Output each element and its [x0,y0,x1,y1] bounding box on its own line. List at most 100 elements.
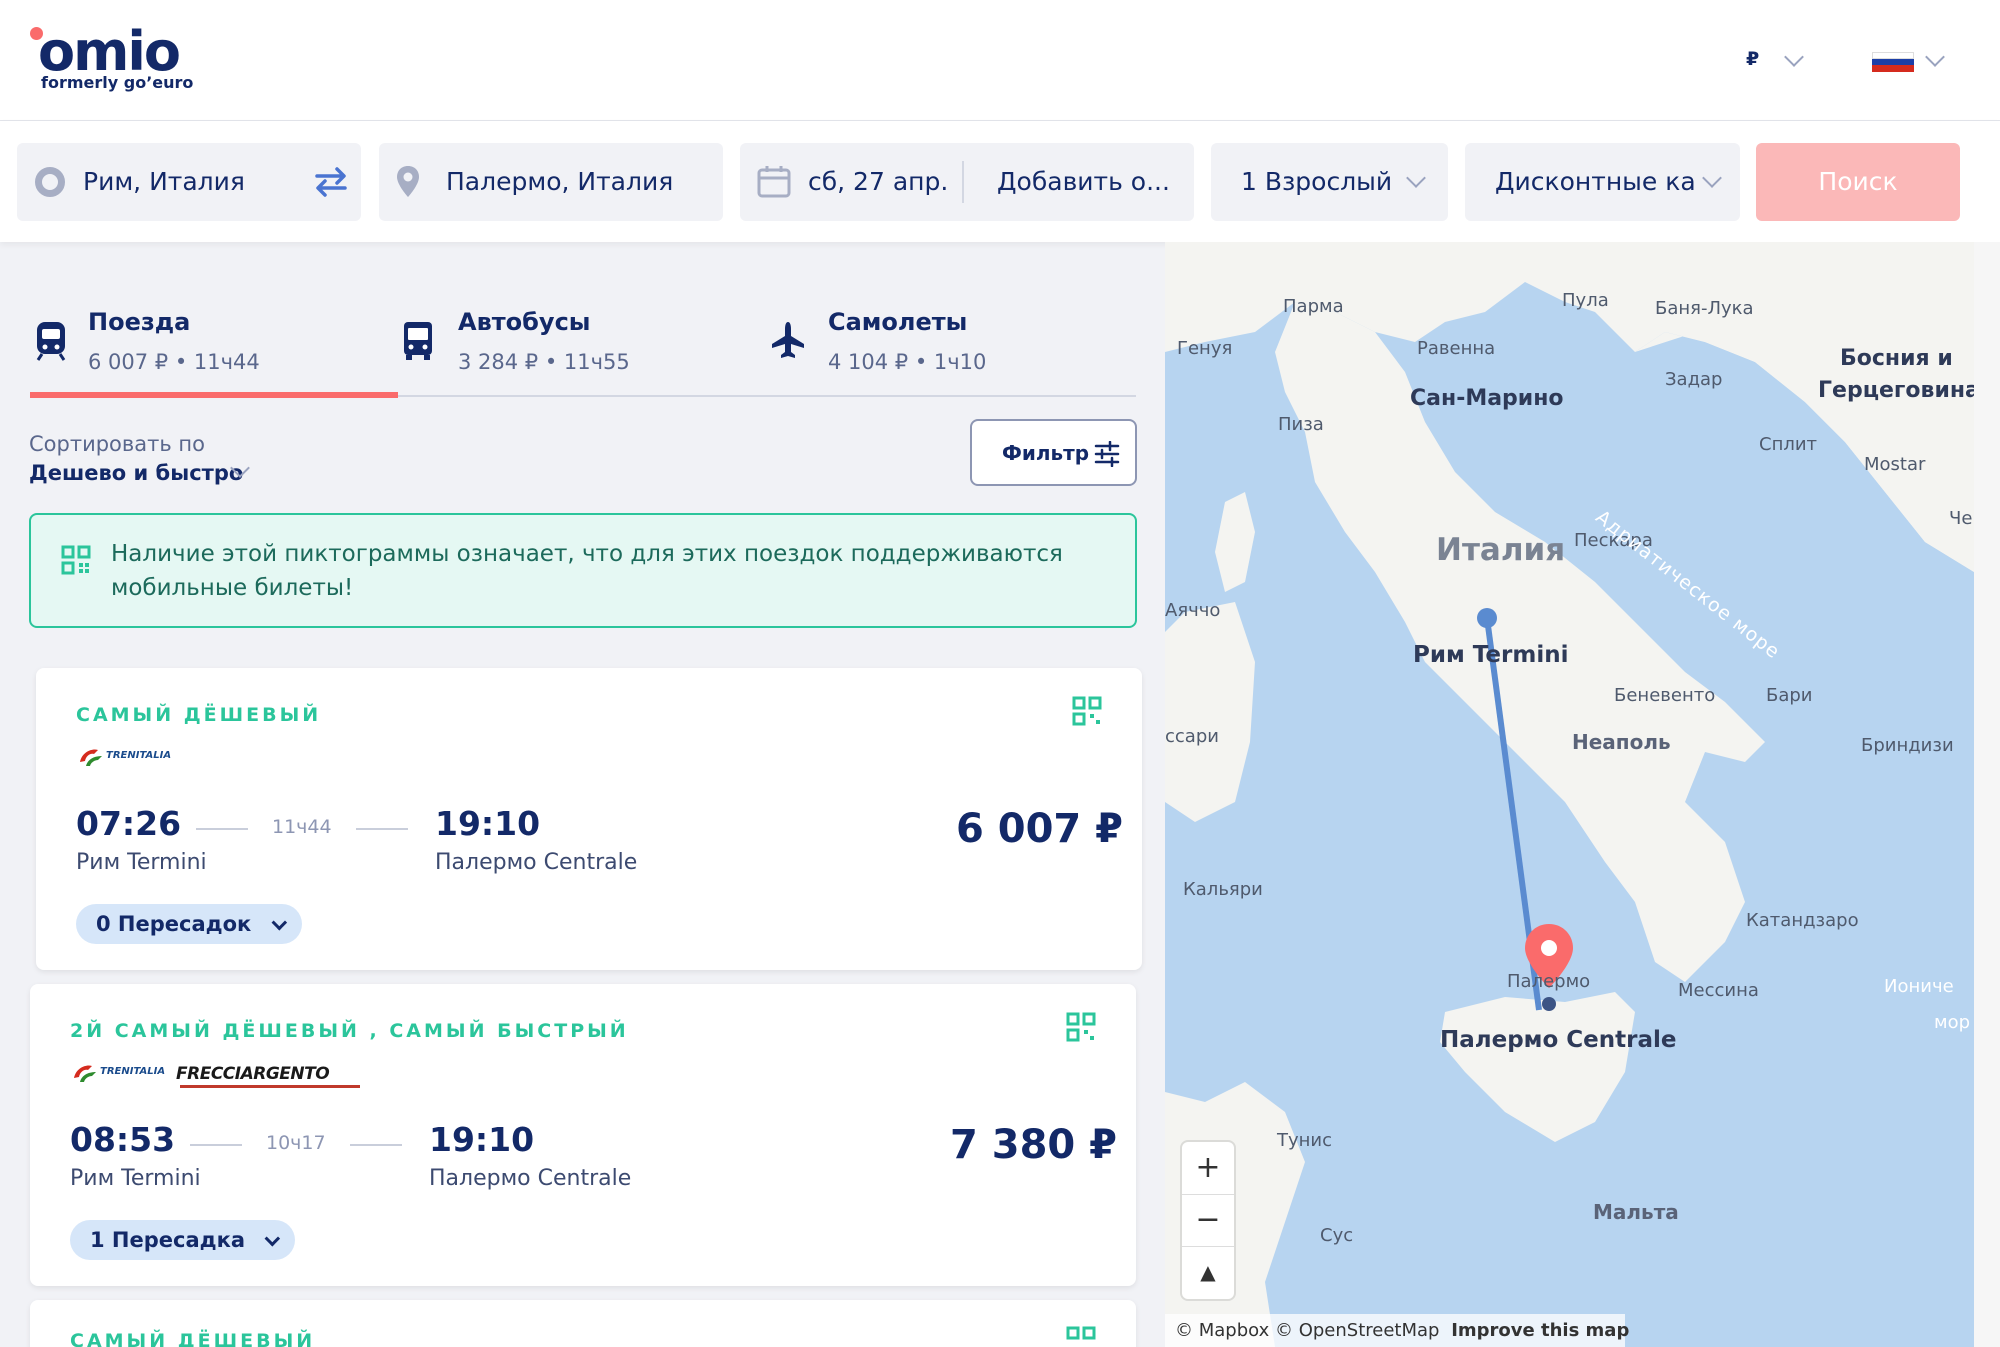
map-label: ссари [1165,726,1219,747]
trenitalia-logo: TRENITALIA [70,1060,170,1092]
map-label: Бари [1766,685,1813,706]
map-label: Сус [1320,1225,1354,1246]
result-card[interactable]: САМЫЙ ДЁШЕВЫЙ [30,1300,1136,1347]
price: 6 007 ₽ [956,806,1124,852]
tab-trains[interactable]: Поезда 6 007 ₽ • 11ч44 [30,308,370,398]
map-label: Бриндизи [1861,735,1954,756]
scrollbar[interactable] [1974,242,2000,1347]
result-label: САМЫЙ ДЁШЕВЫЙ [76,704,322,726]
map-country-label: Италия [1436,532,1566,568]
tab-label: Поезда [88,308,191,336]
trenitalia-logo: TRENITALIA [76,744,176,776]
map-label: Равенна [1417,338,1496,359]
plane-icon [772,322,804,358]
duration: 11ч44 [272,816,332,838]
dash [350,1144,402,1146]
dash [356,828,408,830]
discount-cards-field[interactable]: Дисконтные карт [1465,143,1740,221]
departure-station: Рим Termini [70,1166,201,1191]
origin-value: Рим, Италия [83,167,245,196]
map-label: Аяччо [1165,600,1221,621]
chevron-down-icon [264,1230,281,1247]
search-button[interactable]: Поиск [1756,143,1960,221]
dash [196,828,248,830]
currency-selector[interactable]: ₽ [1746,48,1759,70]
logo-subtitle: formerly go’euro [41,73,194,92]
carrier-name: TRENITALIA [100,1066,166,1077]
destination-field[interactable]: Палермо, Италия [379,143,723,221]
russia-flag-icon[interactable] [1872,52,1914,72]
map-label: Парма [1283,296,1344,317]
result-card[interactable]: 2Й САМЫЙ ДЁШЕВЫЙ , САМЫЙ БЫСТРЫЙ TRENITA… [30,984,1136,1286]
map-major-label: Мальта [1593,1200,1679,1224]
map-label: Чер [1949,508,1974,529]
sort-dropdown[interactable]: Дешево и быстро [29,461,243,485]
frecciargento-logo: FRECCIARGENTO [176,1060,366,1092]
swap-icon[interactable] [313,165,349,199]
location-pin-icon [397,166,419,197]
chevron-down-icon[interactable] [1925,47,1945,67]
improve-map-link[interactable]: Improve this map [1451,1320,1629,1341]
transfers-label: 1 Пересадка [90,1228,246,1252]
map-label: Иониче [1884,976,1954,997]
origin-field[interactable]: Рим, Италия [17,143,361,221]
filter-label: Фильтр [1002,441,1090,465]
zoom-out-button[interactable]: − [1182,1194,1234,1246]
transfers-toggle[interactable]: 1 Пересадка [70,1220,296,1260]
map-zoom-controls: + − ▲ [1182,1142,1234,1299]
train-icon [36,322,66,361]
map-label: Пиза [1278,414,1324,435]
transfers-label: 0 Пересадок [96,912,252,936]
attribution-text[interactable]: © Mapbox © OpenStreetMap [1175,1320,1439,1341]
map-origin-label: Рим Termini [1413,642,1569,668]
map-major-label: Сан-Марино [1410,386,1564,411]
map-label: Сплит [1759,434,1818,455]
carrier-name: FRECCIARGENTO [176,1064,330,1084]
sort-label: Сортировать по [29,432,206,456]
map-label: Mostar [1864,454,1926,475]
departure-time: 07:26 [76,804,182,843]
map-label: мор [1934,1012,1971,1033]
result-card[interactable]: САМЫЙ ДЁШЕВЫЙ TRENITALIA 07:26 11ч44 19:… [36,668,1142,970]
passengers-field[interactable]: 1 Взрослый [1211,143,1448,221]
qr-code-icon [1066,1012,1096,1042]
tab-summary: 3 284 ₽ • 11ч55 [458,350,630,374]
tab-label: Самолеты [828,308,968,336]
zoom-in-button[interactable]: + [1182,1142,1234,1194]
tab-flights[interactable]: Самолеты 4 104 ₽ • 1ч10 [770,308,1110,398]
departure-time: 08:53 [70,1120,176,1159]
result-label: САМЫЙ ДЁШЕВЫЙ [70,1330,316,1347]
chevron-down-icon[interactable] [1784,47,1804,67]
qr-code-icon [61,545,91,575]
duration: 10ч17 [266,1132,326,1154]
chevron-down-icon [1702,168,1722,188]
departure-date[interactable]: сб, 27 апр. [808,167,948,196]
qr-code-icon [1072,696,1102,726]
destination-value: Палермо, Италия [446,167,674,196]
return-date[interactable]: Добавить о... [997,167,1177,196]
map-label: Задар [1665,369,1723,390]
map-label: Баня-Лука [1655,298,1754,319]
map-major-label: Босния и [1840,346,1953,371]
notice-text: Наличие этой пиктограммы означает, что д… [111,541,1063,601]
price: 7 380 ₽ [950,1122,1118,1168]
filter-button[interactable]: Фильтр [970,419,1137,486]
calendar-icon [757,166,791,198]
arrival-time: 19:10 [429,1120,535,1159]
arrival-station: Палермо Centrale [435,850,638,875]
arrival-time: 19:10 [435,804,541,843]
arrival-station: Палермо Centrale [429,1166,632,1191]
compass-button[interactable]: ▲ [1182,1246,1234,1298]
tab-buses[interactable]: Автобусы 3 284 ₽ • 11ч55 [400,308,740,398]
map-label: Беневенто [1614,685,1716,706]
tab-summary: 6 007 ₽ • 11ч44 [88,350,260,374]
date-field[interactable]: сб, 27 апр. Добавить о... [740,143,1194,221]
map-destination-label: Палермо Centrale [1440,1027,1677,1053]
map-label: Мессина [1678,980,1759,1001]
bus-icon [404,322,432,360]
transfers-toggle[interactable]: 0 Пересадок [76,904,302,944]
map-label: Тунис [1277,1130,1333,1151]
departure-station: Рим Termini [76,850,207,875]
map-label: Генуя [1177,338,1233,359]
route-map[interactable]: Парма Пула Баня-Лука Генуя Равенна Задар… [1165,242,1974,1347]
